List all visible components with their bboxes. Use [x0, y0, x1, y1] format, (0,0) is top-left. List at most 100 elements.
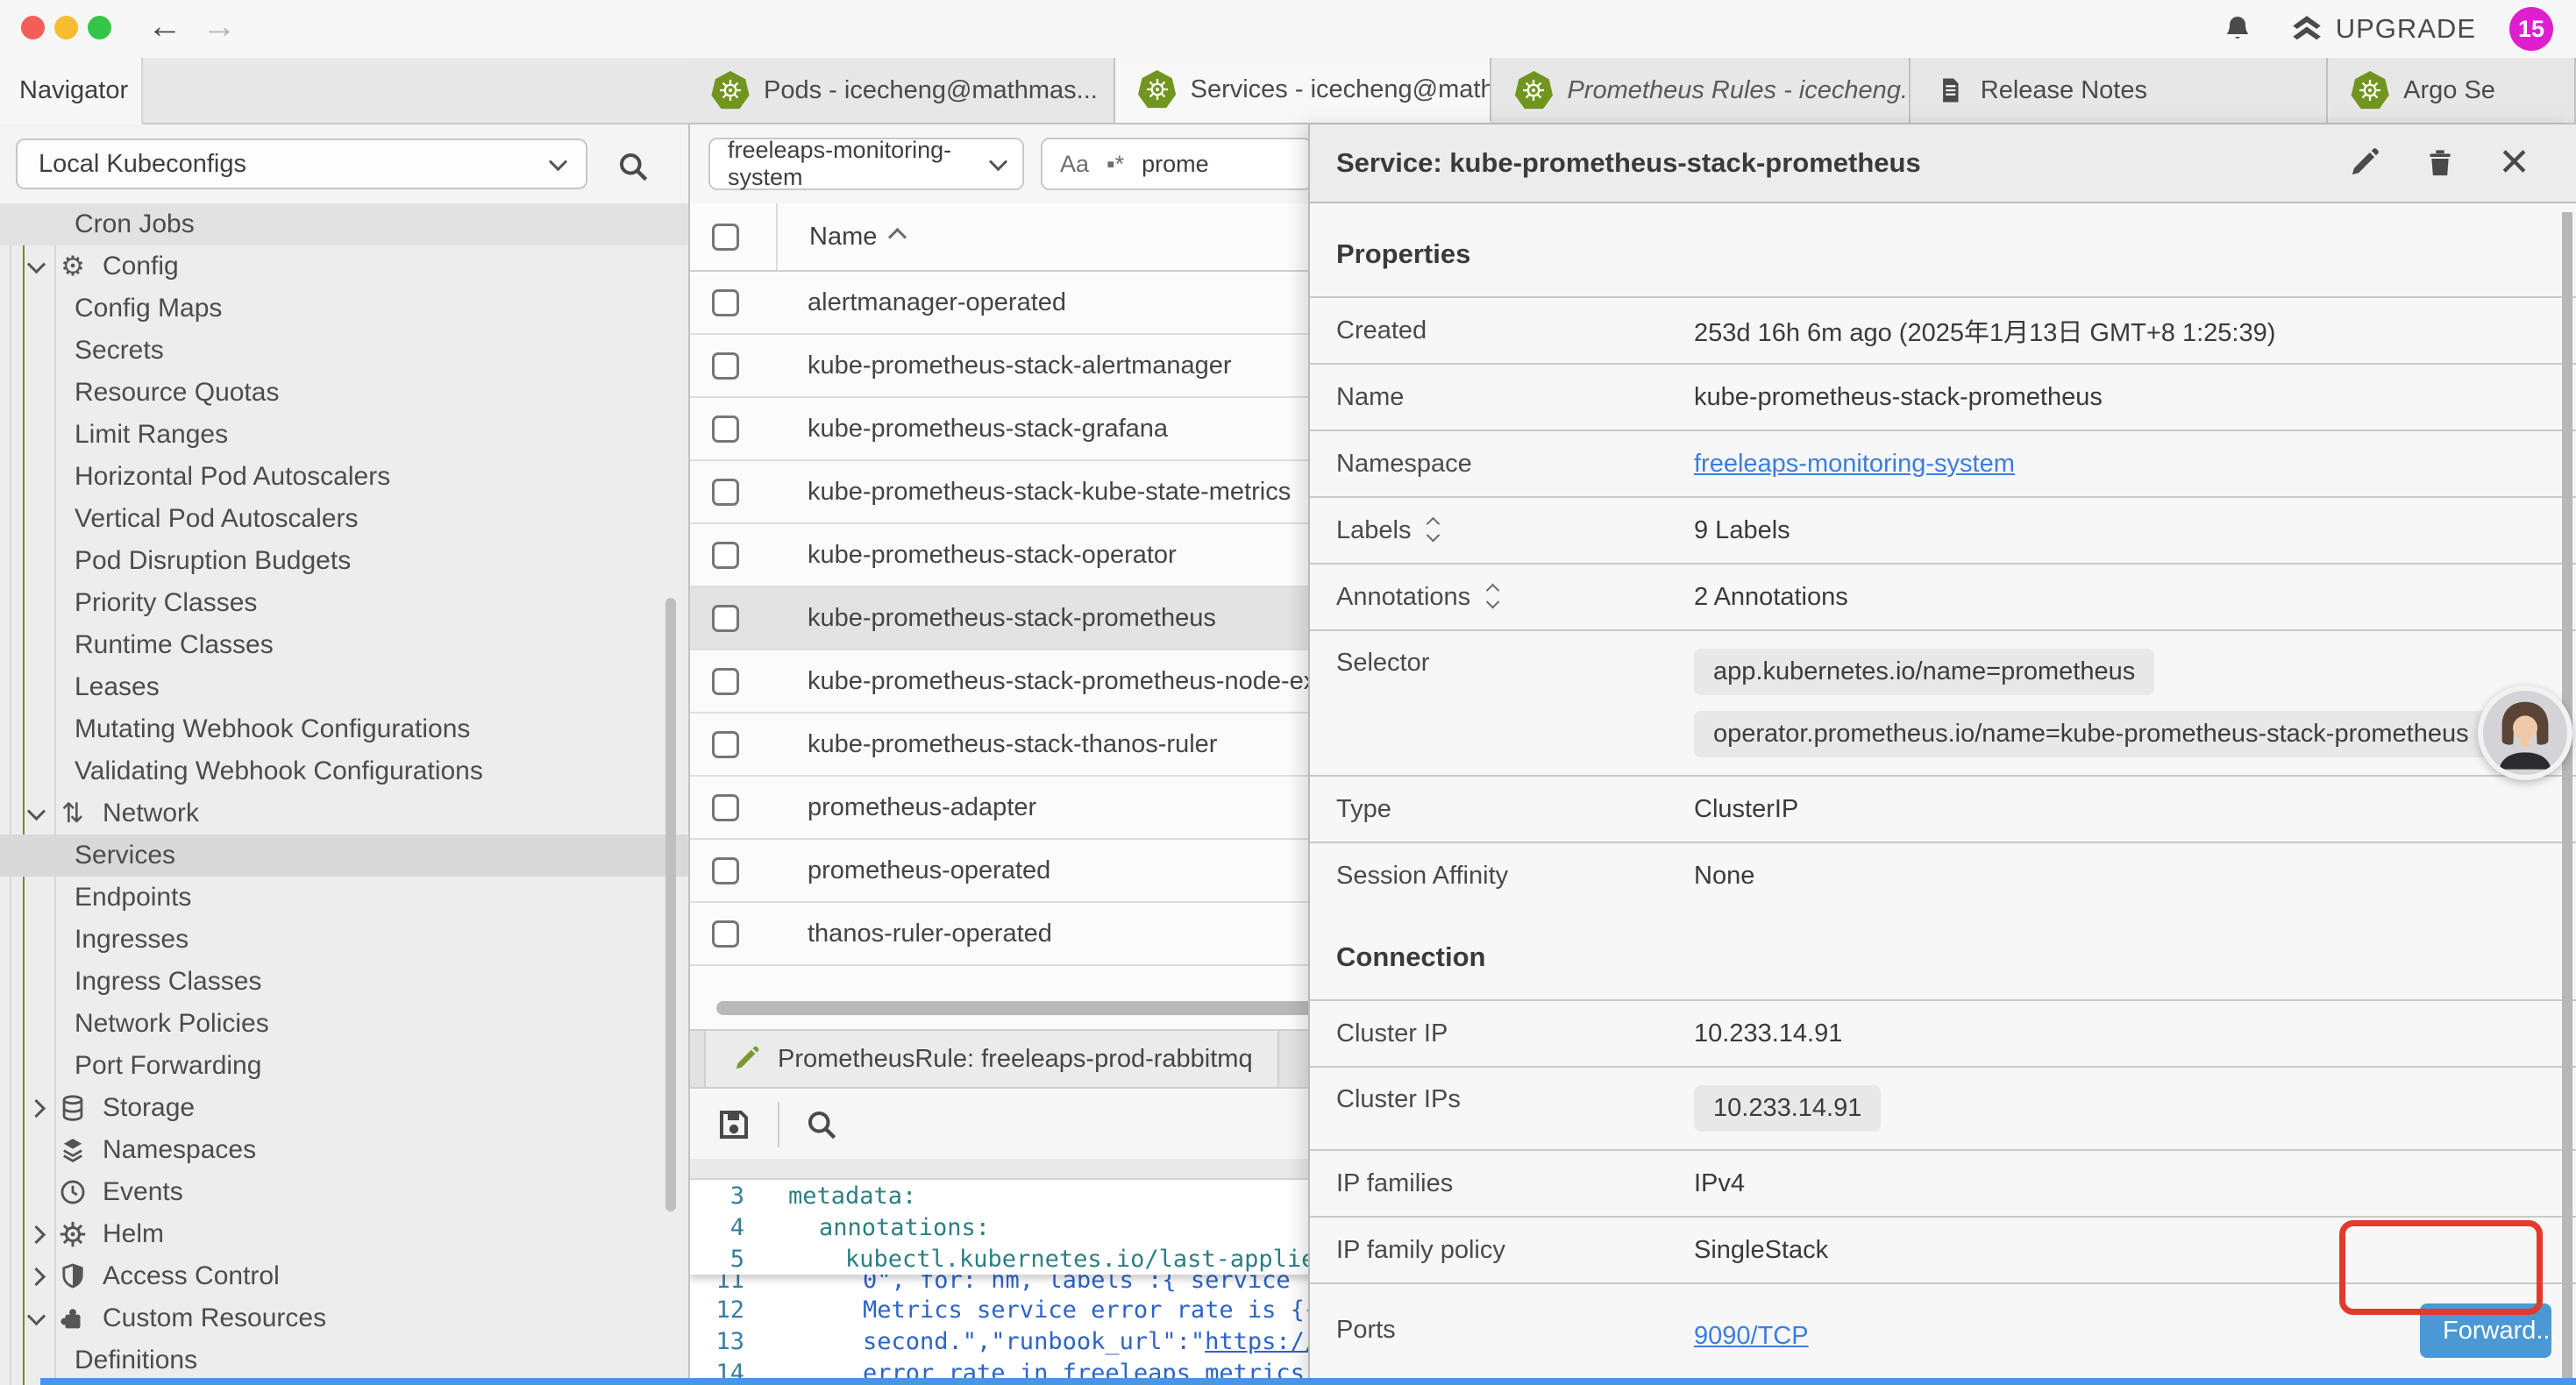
row-checkbox[interactable] [712, 920, 739, 948]
chevron-down-icon[interactable] [27, 1307, 46, 1325]
namespace-link[interactable]: freeleaps-monitoring-system [1694, 450, 2015, 479]
navigator-tab[interactable]: Navigator [0, 58, 143, 124]
row-checkbox[interactable] [712, 731, 739, 758]
sidebar-item-events[interactable]: Events [0, 1171, 688, 1213]
sidebar-item-vertical-pod-autoscalers[interactable]: Vertical Pod Autoscalers [0, 498, 688, 540]
window-minimize-button[interactable] [54, 16, 78, 39]
service-name: kube-prometheus-stack-kube-state-metrics [808, 478, 1291, 507]
row-checkbox[interactable] [712, 605, 739, 632]
sidebar-item-limit-ranges[interactable]: Limit Ranges [0, 414, 688, 456]
chevron-right-icon[interactable] [27, 1225, 46, 1243]
row-checkbox[interactable] [712, 857, 739, 884]
kubeconfig-row: Local Kubeconfigs [0, 126, 688, 203]
shield-icon [55, 1259, 90, 1294]
chevron-right-icon[interactable] [27, 1098, 46, 1117]
sidebar-item-network-policies[interactable]: Network Policies [0, 1003, 688, 1045]
sidebar-scrollbar[interactable] [665, 598, 676, 1211]
chevron-down-icon[interactable] [27, 802, 46, 820]
namespace-selector[interactable]: freeleaps-monitoring-system [708, 138, 1024, 190]
sidebar-item-runtime-classes[interactable]: Runtime Classes [0, 624, 688, 666]
sidebar-item-access-control[interactable]: Access Control [0, 1255, 688, 1297]
sidebar-item-endpoints[interactable]: Endpoints [0, 877, 688, 919]
sidebar-item-ingress-classes[interactable]: Ingress Classes [0, 961, 688, 1003]
back-arrow-icon[interactable]: ← [147, 7, 182, 46]
match-case-toggle[interactable]: Aa [1060, 151, 1089, 178]
kubeconfig-selector[interactable]: Local Kubeconfigs [16, 138, 587, 189]
sidebar-item-storage[interactable]: Storage [0, 1087, 688, 1129]
sidebar-item-mutating-webhook-configurations[interactable]: Mutating Webhook Configurations [0, 708, 688, 750]
tab-prometheus-rules-icecheng[interactable]: Prometheus Rules - icecheng... [1491, 58, 1910, 123]
user-avatar[interactable] [2478, 685, 2572, 780]
sidebar-item-label: Custom Resources [103, 1303, 326, 1333]
sidebar-item-label: Network Policies [75, 1009, 269, 1039]
sidebar-item-custom-resources[interactable]: Custom Resources [0, 1297, 688, 1339]
tab-argo-se[interactable]: Argo Se [2328, 58, 2576, 123]
editor-tab-prometheusrule-freeleaps-prod-rabbitmq[interactable]: PrometheusRule: freeleaps-prod-rabbitmq [704, 1031, 1279, 1087]
sidebar-item-network[interactable]: ⇅Network [0, 792, 688, 835]
regex-toggle[interactable]: ▪* [1107, 151, 1124, 178]
sidebar-item-leases[interactable]: Leases [0, 666, 688, 708]
sidebar-item-resource-quotas[interactable]: Resource Quotas [0, 372, 688, 414]
tab-release-notes[interactable]: Release Notes [1911, 58, 2328, 123]
row-checkbox[interactable] [712, 416, 739, 443]
detail-row-name: Namekube-prometheus-stack-prometheus [1310, 363, 2576, 430]
sidebar-item-ingresses[interactable]: Ingresses [0, 919, 688, 961]
row-checkbox[interactable] [712, 352, 739, 380]
edit-pencil-icon[interactable] [2345, 145, 2382, 181]
sidebar-item-definitions[interactable]: Definitions [0, 1339, 688, 1381]
sidebar-item-priority-classes[interactable]: Priority Classes [0, 582, 688, 624]
name-column-header[interactable]: Name [776, 203, 904, 270]
sidebar-item-label: Vertical Pod Autoscalers [75, 504, 359, 534]
chevron-right-icon[interactable] [27, 1267, 46, 1285]
window-close-button[interactable] [21, 16, 45, 39]
sidebar-item-pod-disruption-budgets[interactable]: Pod Disruption Budgets [0, 540, 688, 582]
search-icon[interactable] [614, 147, 652, 186]
detail-label: IP family policy [1336, 1236, 1694, 1265]
sidebar-item-port-forwarding[interactable]: Port Forwarding [0, 1045, 688, 1087]
sidebar-item-horizontal-pod-autoscalers[interactable]: Horizontal Pod Autoscalers [0, 456, 688, 498]
line-number: 4 [690, 1214, 744, 1241]
window-zoom-button[interactable] [88, 16, 111, 39]
delete-trash-icon[interactable] [2423, 146, 2458, 181]
tab-pods-icecheng-mathmas[interactable]: Pods - icecheng@mathmas... [688, 58, 1115, 123]
notification-badge[interactable]: 15 [2509, 7, 2553, 51]
sidebar-item-config-maps[interactable]: Config Maps [0, 288, 688, 330]
row-checkbox[interactable] [712, 479, 739, 506]
layers-icon [55, 1133, 90, 1168]
row-checkbox[interactable] [712, 542, 739, 569]
search-icon[interactable] [802, 1105, 841, 1144]
detail-value: 2 Annotations [1694, 583, 1848, 612]
upgrade-button[interactable]: UPGRADE [2288, 11, 2476, 47]
select-all-checkbox[interactable] [712, 224, 739, 251]
detail-row-ip-families: IP familiesIPv4 [1310, 1149, 2576, 1216]
close-icon[interactable]: ✕ [2498, 144, 2530, 182]
chevron-down-icon[interactable] [27, 255, 46, 273]
sidebar-item-validating-webhook-configurations[interactable]: Validating Webhook Configurations [0, 750, 688, 792]
sidebar-item-cron-jobs[interactable]: Cron Jobs [0, 203, 688, 245]
detail-scrollbar[interactable] [2562, 212, 2572, 1378]
sidebar-item-config[interactable]: ⚙Config [0, 245, 688, 288]
save-icon[interactable] [713, 1104, 755, 1146]
sidebar-item-label: Events [103, 1177, 183, 1207]
detail-row-labels: Labels9 Labels [1310, 496, 2576, 563]
sort-arrows-icon[interactable] [1488, 586, 1498, 609]
row-checkbox[interactable] [712, 794, 739, 821]
window-tabstrip: Pods - icecheng@mathmas...Services - ice… [688, 58, 2576, 124]
sidebar-item-services[interactable]: Services [0, 835, 688, 877]
sidebar-item-secrets[interactable]: Secrets [0, 330, 688, 372]
namespace-selector-value: freeleaps-monitoring-system [728, 137, 992, 191]
forward-arrow-icon[interactable]: → [202, 7, 237, 46]
gear-icon: ⚙ [55, 249, 90, 284]
name-column-label: Name [809, 223, 877, 252]
port-link-9090-tcp[interactable]: 9090/TCP [1694, 1322, 1809, 1351]
detail-row-selector: Selectorapp.kubernetes.io/name=prometheu… [1310, 629, 2576, 775]
detail-value: SingleStack [1694, 1236, 1828, 1265]
services-search-input[interactable]: Aa ▪* prome [1041, 138, 1313, 190]
bell-icon[interactable] [2220, 11, 2255, 46]
row-checkbox[interactable] [712, 668, 739, 695]
sidebar-item-namespaces[interactable]: Namespaces [0, 1129, 688, 1171]
sidebar-item-helm[interactable]: Helm [0, 1213, 688, 1255]
row-checkbox[interactable] [712, 289, 739, 316]
sort-arrows-icon[interactable] [1428, 519, 1438, 543]
tab-services-icecheng-math[interactable]: Services - icecheng@math...× [1115, 58, 1492, 123]
